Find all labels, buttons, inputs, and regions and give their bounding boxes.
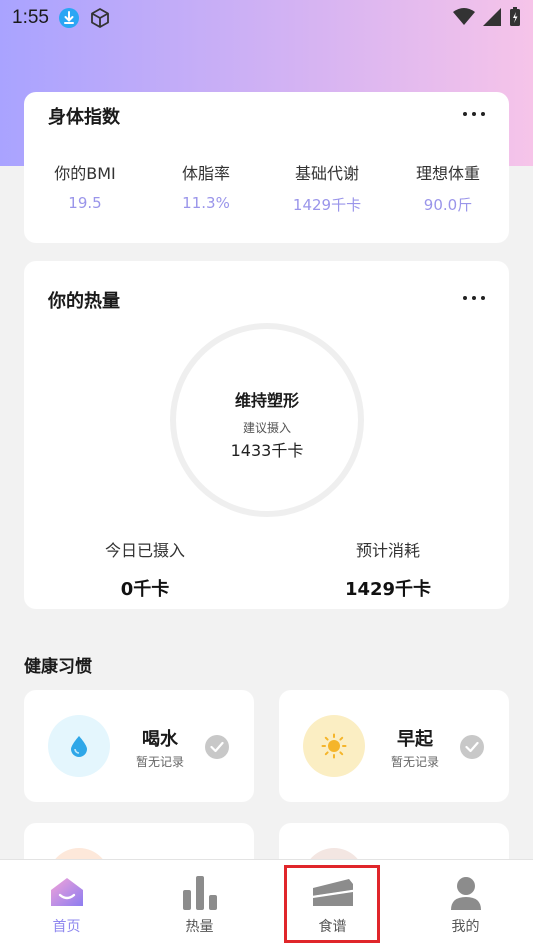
download-icon bbox=[58, 8, 79, 28]
bottom-nav: 首页 热量 食谱 我的 bbox=[0, 859, 533, 948]
nav-label: 我的 bbox=[451, 919, 480, 935]
ring-subtitle: 建议摄入 bbox=[242, 421, 291, 435]
person-icon bbox=[450, 876, 482, 914]
metric-value: 90.0斤 bbox=[423, 196, 473, 214]
metric-ideal-weight: 理想体重 90.0斤 bbox=[388, 160, 508, 215]
more-icon[interactable] bbox=[463, 111, 485, 117]
calories-title: 你的热量 bbox=[48, 291, 120, 312]
habit-name: 喝水 bbox=[142, 729, 178, 750]
bar-chart-icon bbox=[182, 876, 218, 914]
home-icon bbox=[49, 876, 85, 912]
sun-icon bbox=[303, 715, 365, 777]
metric-label: 你的BMI bbox=[54, 164, 116, 183]
nav-home[interactable]: 首页 bbox=[0, 860, 133, 948]
water-drop-icon bbox=[48, 715, 110, 777]
burn-label: 预计消耗 bbox=[355, 541, 420, 560]
intake-label: 今日已摄入 bbox=[104, 541, 185, 560]
nav-profile[interactable]: 我的 bbox=[399, 860, 532, 948]
body-index-title: 身体指数 bbox=[48, 107, 120, 128]
intake-value: 0千卡 bbox=[120, 579, 170, 600]
cube-icon bbox=[89, 7, 111, 29]
signal-icon bbox=[483, 8, 501, 30]
nav-calories[interactable]: 热量 bbox=[133, 860, 266, 948]
cake-icon bbox=[311, 876, 355, 912]
habit-status: 暂无记录 bbox=[390, 755, 439, 769]
metric-label: 基础代谢 bbox=[294, 164, 359, 183]
metric-label: 理想体重 bbox=[415, 164, 480, 183]
body-index-card: 身体指数 你的BMI 19.5 体脂率 11.3% 基础代谢 1429千卡 理想… bbox=[24, 92, 509, 243]
ring-title: 维持塑形 bbox=[234, 391, 299, 410]
battery-icon bbox=[509, 7, 521, 31]
intake-stat: 今日已摄入 0千卡 bbox=[45, 537, 245, 601]
ring-value: 1433千卡 bbox=[230, 441, 304, 460]
metric-value: 19.5 bbox=[68, 194, 102, 212]
wifi-icon bbox=[453, 8, 475, 30]
metric-value: 1429千卡 bbox=[292, 196, 362, 214]
nav-label: 食谱 bbox=[318, 919, 347, 935]
nav-label: 热量 bbox=[185, 919, 214, 935]
check-icon[interactable] bbox=[205, 735, 229, 759]
status-time: 1:55 bbox=[12, 7, 49, 28]
check-icon[interactable] bbox=[460, 735, 484, 759]
status-bar: 1:55 bbox=[0, 0, 533, 36]
more-icon[interactable] bbox=[463, 295, 485, 301]
metric-bmi: 你的BMI 19.5 bbox=[25, 160, 145, 212]
metric-bmr: 基础代谢 1429千卡 bbox=[267, 160, 387, 215]
burn-value: 1429千卡 bbox=[344, 579, 432, 600]
burn-stat: 预计消耗 1429千卡 bbox=[288, 537, 488, 601]
habit-card-water[interactable]: 喝水 暂无记录 bbox=[24, 690, 254, 802]
nav-label: 首页 bbox=[52, 919, 81, 935]
habit-name: 早起 bbox=[397, 729, 433, 750]
metric-label: 体脂率 bbox=[181, 164, 230, 183]
calories-card: 你的热量 维持塑形 建议摄入 1433千卡 今日已摄入 0千卡 预计消耗 142… bbox=[24, 261, 509, 609]
habit-card-early-rise[interactable]: 早起 暂无记录 bbox=[279, 690, 509, 802]
nav-recipes[interactable]: 食谱 bbox=[266, 860, 399, 948]
habits-title: 健康习惯 bbox=[24, 657, 92, 677]
calorie-ring: 维持塑形 建议摄入 1433千卡 bbox=[170, 323, 364, 517]
metric-body-fat: 体脂率 11.3% bbox=[146, 160, 266, 212]
metric-value: 11.3% bbox=[182, 194, 230, 212]
habit-status: 暂无记录 bbox=[135, 755, 184, 769]
